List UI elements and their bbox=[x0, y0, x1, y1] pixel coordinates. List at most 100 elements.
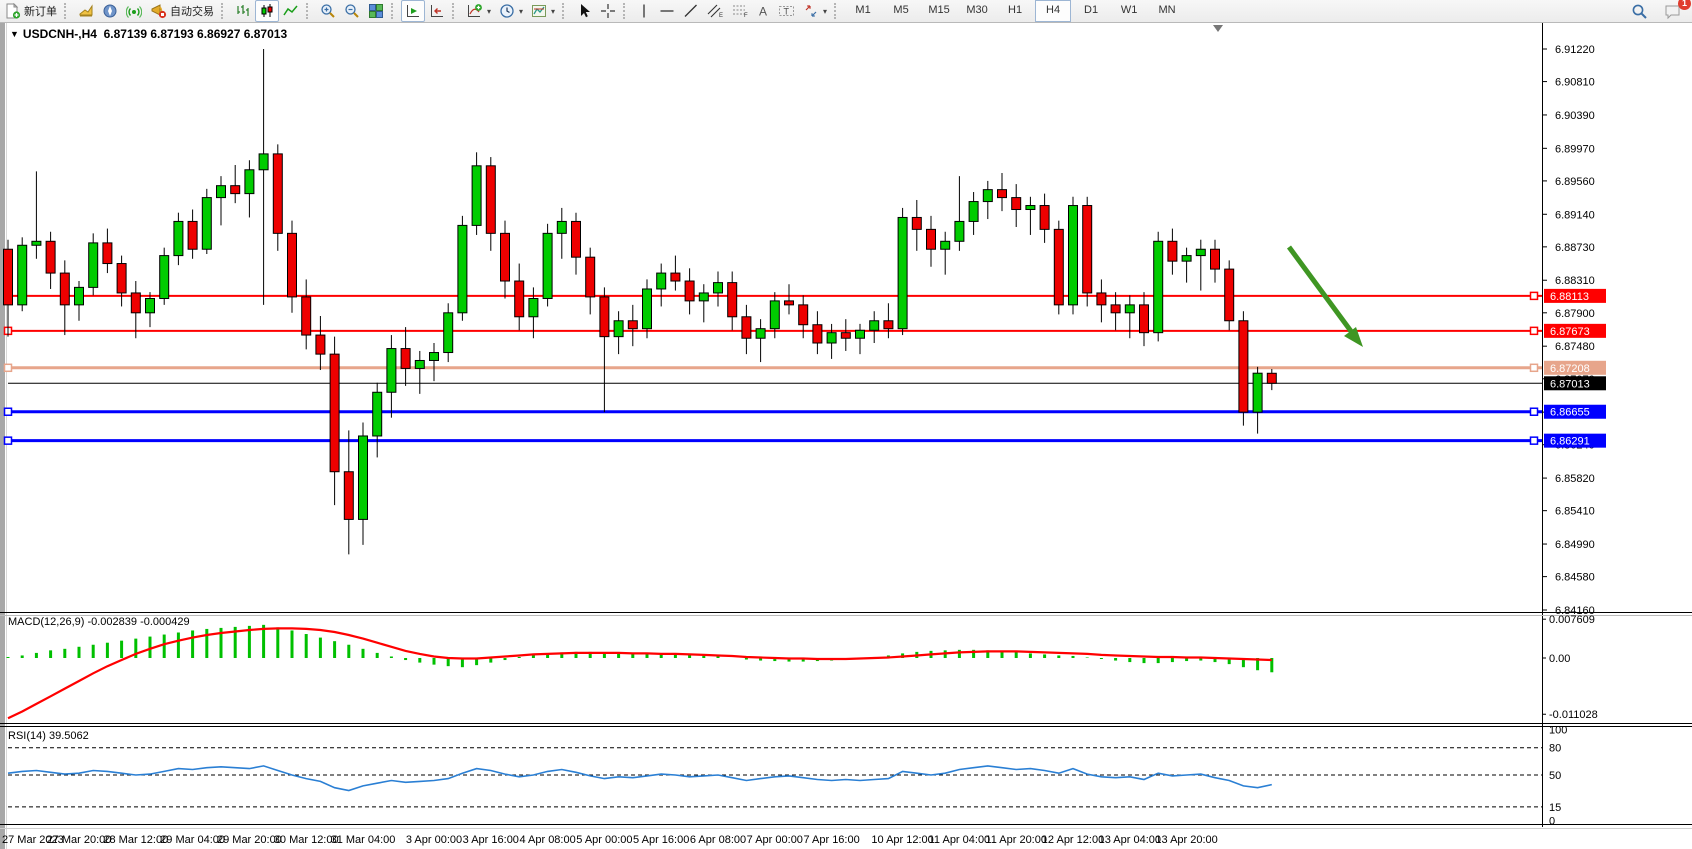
timeframe-toolbar: M1M5M15M30H1H4D1W1MN bbox=[844, 0, 1186, 22]
toolbar-grip bbox=[306, 3, 313, 19]
signal-icon bbox=[126, 3, 142, 19]
tile-windows-icon bbox=[368, 3, 384, 19]
fibonacci-tool[interactable]: F bbox=[728, 0, 753, 22]
candle-body bbox=[1083, 206, 1092, 293]
timeframe-button-m15[interactable]: M15 bbox=[921, 0, 957, 22]
chevron-down-icon[interactable]: ▾ bbox=[551, 7, 555, 16]
price-axis-label: 6.89970 bbox=[1555, 143, 1595, 155]
price-axis-label: 6.87480 bbox=[1555, 341, 1595, 353]
toolbar-grip bbox=[834, 3, 841, 19]
candle-body bbox=[671, 273, 680, 281]
candle-body bbox=[1154, 241, 1163, 332]
time-axis-label: 27 Mar 20:00 bbox=[47, 834, 112, 846]
auto-trading-button[interactable]: 自动交易 bbox=[146, 0, 218, 22]
hline-marker[interactable] bbox=[1531, 408, 1538, 415]
trendline-tool[interactable] bbox=[679, 0, 703, 22]
timeframe-button-mn[interactable]: MN bbox=[1149, 0, 1185, 22]
hline-marker[interactable] bbox=[1531, 437, 1538, 444]
chart-canvas[interactable]: 6.912206.908106.903906.899706.895606.891… bbox=[0, 0, 1692, 849]
timeframe-button-h4[interactable]: H4 bbox=[1035, 0, 1071, 22]
quote-line[interactable]: ▼USDCNH-,H4 6.87139 6.87193 6.86927 6.87… bbox=[10, 27, 287, 41]
cursor-button[interactable] bbox=[572, 0, 596, 22]
candle-body bbox=[543, 233, 552, 298]
text-tool[interactable]: A bbox=[753, 0, 774, 22]
candle-body bbox=[756, 329, 765, 339]
one-click-trading-expander-icon[interactable]: ▼ bbox=[10, 29, 19, 39]
hline-marker[interactable] bbox=[5, 364, 12, 371]
timeframe-button-h1[interactable]: H1 bbox=[997, 0, 1033, 22]
text-icon: A bbox=[757, 3, 770, 19]
time-axis-label: 7 Apr 00:00 bbox=[747, 834, 803, 846]
candle-body bbox=[174, 221, 183, 255]
new-order-button[interactable]: 新订单 bbox=[0, 0, 61, 22]
chevron-down-icon[interactable]: ▾ bbox=[487, 7, 491, 16]
candle-body bbox=[600, 297, 609, 337]
candle-body bbox=[245, 170, 254, 194]
candle-body bbox=[1125, 305, 1134, 313]
horizontal-line-tool[interactable] bbox=[655, 0, 679, 22]
market-watch-button[interactable] bbox=[74, 0, 98, 22]
timeframe-button-w1[interactable]: W1 bbox=[1111, 0, 1147, 22]
macd-axis-label: 0.00 bbox=[1549, 653, 1570, 665]
candle-body bbox=[742, 317, 751, 338]
candle-body bbox=[32, 241, 41, 245]
arrows-tool[interactable]: ▾ bbox=[799, 0, 831, 22]
timeframe-button-m1[interactable]: M1 bbox=[845, 0, 881, 22]
terminal-button[interactable] bbox=[122, 0, 146, 22]
equidistant-channel-tool[interactable]: E bbox=[703, 0, 728, 22]
candle-body bbox=[841, 333, 850, 339]
candle-body bbox=[699, 293, 708, 301]
candle-body bbox=[557, 221, 566, 233]
macd-axis-label: -0.011028 bbox=[1549, 709, 1598, 721]
templates-button[interactable]: ▾ bbox=[527, 0, 559, 22]
rsi-indicator-label: RSI(14) 39.5062 bbox=[8, 730, 89, 742]
candle-body bbox=[1054, 229, 1063, 304]
candle-body bbox=[770, 301, 779, 329]
price-axis-label: 6.90810 bbox=[1555, 77, 1595, 89]
chart-shift-button[interactable] bbox=[425, 0, 449, 22]
time-axis-label: 7 Apr 16:00 bbox=[803, 834, 859, 846]
quote-ohlc: 6.87139 6.87193 6.86927 6.87013 bbox=[104, 27, 288, 41]
zoom-out-button[interactable] bbox=[340, 0, 364, 22]
time-axis-label: 6 Apr 08:00 bbox=[690, 834, 746, 846]
candle-body bbox=[373, 392, 382, 436]
candlestick-chart-button[interactable] bbox=[255, 0, 279, 22]
candle-body bbox=[728, 283, 737, 317]
candle-body bbox=[785, 301, 794, 305]
search-button[interactable] bbox=[1627, 0, 1652, 22]
hline-marker[interactable] bbox=[5, 408, 12, 415]
hline-marker[interactable] bbox=[1531, 327, 1538, 334]
indicators-button[interactable]: ▾ bbox=[462, 0, 495, 22]
text-label-icon: T bbox=[778, 3, 795, 19]
hline-marker[interactable] bbox=[1531, 364, 1538, 371]
periods-button[interactable]: ▾ bbox=[495, 0, 527, 22]
tile-windows-button[interactable] bbox=[364, 0, 388, 22]
timeframe-button-m30[interactable]: M30 bbox=[959, 0, 995, 22]
notifications-button[interactable]: 1 bbox=[1660, 0, 1686, 22]
rsi-axis-label: 80 bbox=[1549, 743, 1561, 755]
hline-marker[interactable] bbox=[1531, 292, 1538, 299]
zoom-in-button[interactable] bbox=[316, 0, 340, 22]
price-axis-label: 6.89140 bbox=[1555, 209, 1595, 221]
candle-body bbox=[898, 217, 907, 328]
horizontal-line-icon bbox=[659, 3, 675, 19]
hline-marker[interactable] bbox=[5, 437, 12, 444]
vertical-line-icon bbox=[637, 3, 651, 19]
chevron-down-icon[interactable]: ▾ bbox=[519, 7, 523, 16]
line-chart-button[interactable] bbox=[279, 0, 303, 22]
candle-body bbox=[1267, 373, 1276, 383]
vertical-line-tool[interactable] bbox=[633, 0, 655, 22]
timeframe-button-d1[interactable]: D1 bbox=[1073, 0, 1109, 22]
rsi-axis-label: 100 bbox=[1549, 725, 1567, 737]
navigator-button[interactable] bbox=[98, 0, 122, 22]
text-label-tool[interactable]: T bbox=[774, 0, 799, 22]
toolbar-grip bbox=[452, 3, 459, 19]
chevron-down-icon[interactable]: ▾ bbox=[823, 7, 827, 16]
bar-chart-button[interactable] bbox=[231, 0, 255, 22]
candle-body bbox=[1026, 206, 1035, 210]
zoom-in-icon bbox=[320, 3, 336, 19]
crosshair-button[interactable] bbox=[596, 0, 620, 22]
candle-body bbox=[316, 335, 325, 354]
timeframe-button-m5[interactable]: M5 bbox=[883, 0, 919, 22]
auto-scroll-button[interactable] bbox=[401, 0, 425, 22]
